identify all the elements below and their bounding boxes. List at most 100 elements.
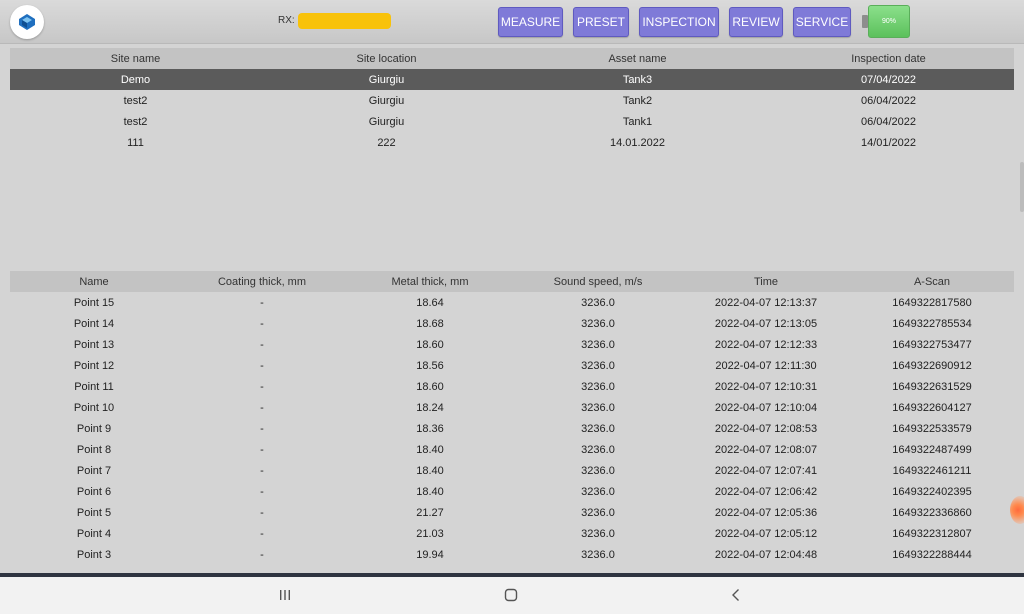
time-cell: 2022-04-07 12:10:04 [714, 401, 818, 414]
a-scan-cell: 1649322690912 [892, 359, 972, 372]
app-logo[interactable] [10, 5, 44, 39]
column-header-name[interactable]: Name [10, 276, 178, 288]
site-location-cell: Giurgiu [368, 115, 405, 128]
column-header-sound-speed[interactable]: Sound speed, m/s [514, 276, 682, 288]
recent-apps-icon[interactable] [276, 586, 294, 604]
sound-speed-cell: 3236.0 [581, 506, 615, 519]
a-scan-cell: 1649322288444 [892, 548, 972, 561]
metal-thick-cell: 19.94 [416, 548, 444, 561]
coating-thick-cell: - [260, 401, 264, 414]
asset-name-cell: Tank3 [622, 73, 653, 86]
coating-thick-cell: - [260, 380, 264, 393]
a-scan-cell: 1649322785534 [892, 317, 972, 330]
column-header-coating-thick[interactable]: Coating thick, mm [178, 276, 346, 288]
coating-thick-cell: - [260, 443, 264, 456]
column-header-asset-name[interactable]: Asset name [512, 53, 763, 65]
sites-table-row[interactable]: Demo Giurgiu Tank3 07/04/2022 [10, 69, 1014, 90]
points-table-row[interactable]: Point 4 - 21.03 3236.0 2022-04-07 12:05:12 16… [10, 523, 1014, 544]
floating-action-button[interactable] [1010, 496, 1024, 524]
a-scan-cell: 1649322533579 [892, 422, 972, 435]
site-location-cell: Giurgiu [368, 94, 405, 107]
android-navigation-bar [0, 577, 1024, 614]
point-name-cell: Point 7 [76, 464, 112, 477]
point-name-cell: Point 3 [76, 548, 112, 561]
coating-thick-cell: - [260, 506, 264, 519]
time-cell: 2022-04-07 12:10:31 [714, 380, 818, 393]
time-cell: 2022-04-07 12:13:05 [714, 317, 818, 330]
scrollbar[interactable] [1020, 162, 1024, 212]
sites-table-row[interactable]: test2 Giurgiu Tank1 06/04/2022 [10, 111, 1014, 132]
points-table-row[interactable]: Point 11 - 18.60 3236.0 2022-04-07 12:10:31 1… [10, 376, 1014, 397]
preset-button[interactable]: PRESET [573, 7, 629, 37]
sound-speed-cell: 3236.0 [581, 464, 615, 477]
points-table-row[interactable]: Point 9 - 18.36 3236.0 2022-04-07 12:08:53 16… [10, 418, 1014, 439]
sites-table-row[interactable]: 111 222 14.01.2022 14/01/2022 [10, 132, 1014, 153]
points-table-row[interactable]: Point 6 - 18.40 3236.0 2022-04-07 12:06:42 16… [10, 481, 1014, 502]
site-location-cell: 222 [377, 136, 396, 149]
sound-speed-cell: 3236.0 [581, 485, 615, 498]
inspection-button[interactable]: INSPECTION [639, 7, 719, 37]
back-icon[interactable] [727, 586, 745, 604]
coating-thick-cell: - [260, 422, 264, 435]
sound-speed-cell: 3236.0 [581, 359, 615, 372]
metal-thick-cell: 18.64 [416, 296, 444, 309]
sites-table-row[interactable]: test2 Giurgiu Tank2 06/04/2022 [10, 90, 1014, 111]
points-table-row[interactable]: Point 10 - 18.24 3236.0 2022-04-07 12:10:04 1… [10, 397, 1014, 418]
points-table-row[interactable]: Point 7 - 18.40 3236.0 2022-04-07 12:07:41 16… [10, 460, 1014, 481]
points-table-header: Name Coating thick, mm Metal thick, mm S… [10, 271, 1014, 292]
point-name-cell: Point 6 [76, 485, 112, 498]
time-cell: 2022-04-07 12:06:42 [714, 485, 818, 498]
time-cell: 2022-04-07 12:11:30 [715, 359, 817, 372]
column-header-site-name[interactable]: Site name [10, 53, 261, 65]
time-cell: 2022-04-07 12:12:33 [714, 338, 818, 351]
a-scan-cell: 1649322487499 [892, 443, 972, 456]
point-name-cell: Point 9 [76, 422, 112, 435]
time-cell: 2022-04-07 12:08:53 [714, 422, 818, 435]
inspection-date-cell: 07/04/2022 [860, 73, 917, 86]
time-cell: 2022-04-07 12:05:12 [714, 527, 818, 540]
measure-button[interactable]: MEASURE [498, 7, 563, 37]
points-table-row[interactable]: Point 12 - 18.56 3236.0 2022-04-07 12:11:30 1… [10, 355, 1014, 376]
metal-thick-cell: 18.60 [416, 338, 444, 351]
column-header-time[interactable]: Time [682, 276, 850, 288]
column-header-inspection-date[interactable]: Inspection date [763, 53, 1014, 65]
a-scan-cell: 1649322312807 [892, 527, 972, 540]
points-table-row[interactable]: Point 13 - 18.60 3236.0 2022-04-07 12:12:33 1… [10, 334, 1014, 355]
site-name-cell: Demo [120, 73, 151, 86]
sites-table-header: Site name Site location Asset name Inspe… [10, 48, 1014, 69]
metal-thick-cell: 21.03 [416, 527, 444, 540]
point-name-cell: Point 12 [73, 359, 115, 372]
column-header-site-location[interactable]: Site location [261, 53, 512, 65]
coating-thick-cell: - [260, 548, 264, 561]
metal-thick-cell: 18.68 [416, 317, 444, 330]
review-button[interactable]: REVIEW [729, 7, 783, 37]
home-icon[interactable] [502, 586, 520, 604]
site-name-cell: 111 [127, 136, 144, 149]
points-table-row[interactable]: Point 5 - 21.27 3236.0 2022-04-07 12:05:36 16… [10, 502, 1014, 523]
metal-thick-cell: 18.24 [416, 401, 444, 414]
points-table-row[interactable]: Point 14 - 18.68 3236.0 2022-04-07 12:13:05 1… [10, 313, 1014, 334]
points-table-row[interactable]: Point 15 - 18.64 3236.0 2022-04-07 12:13:37 1… [10, 292, 1014, 313]
column-header-metal-thick[interactable]: Metal thick, mm [346, 276, 514, 288]
time-cell: 2022-04-07 12:07:41 [714, 464, 818, 477]
time-cell: 2022-04-07 12:05:36 [714, 506, 818, 519]
point-name-cell: Point 11 [74, 380, 114, 393]
coating-thick-cell: - [260, 338, 264, 351]
sound-speed-cell: 3236.0 [581, 296, 615, 309]
service-button[interactable]: SERVICE [793, 7, 851, 37]
sound-speed-cell: 3236.0 [581, 401, 615, 414]
battery-indicator: 90% [862, 5, 910, 38]
metal-thick-cell: 18.56 [416, 359, 444, 372]
point-name-cell: Point 15 [73, 296, 115, 309]
site-location-cell: Giurgiu [368, 73, 405, 86]
a-scan-cell: 1649322336860 [892, 506, 972, 519]
points-table: Name Coating thick, mm Metal thick, mm S… [10, 271, 1014, 565]
column-header-a-scan[interactable]: A-Scan [850, 276, 1014, 288]
point-name-cell: Point 10 [73, 401, 115, 414]
battery-level: 90% [868, 5, 910, 38]
metal-thick-cell: 18.40 [416, 485, 444, 498]
points-table-row[interactable]: Point 3 - 19.94 3236.0 2022-04-07 12:04:48 16… [10, 544, 1014, 565]
points-table-row[interactable]: Point 8 - 18.40 3236.0 2022-04-07 12:08:07 16… [10, 439, 1014, 460]
inspection-date-cell: 14/01/2022 [860, 136, 917, 149]
a-scan-cell: 1649322604127 [892, 401, 972, 414]
